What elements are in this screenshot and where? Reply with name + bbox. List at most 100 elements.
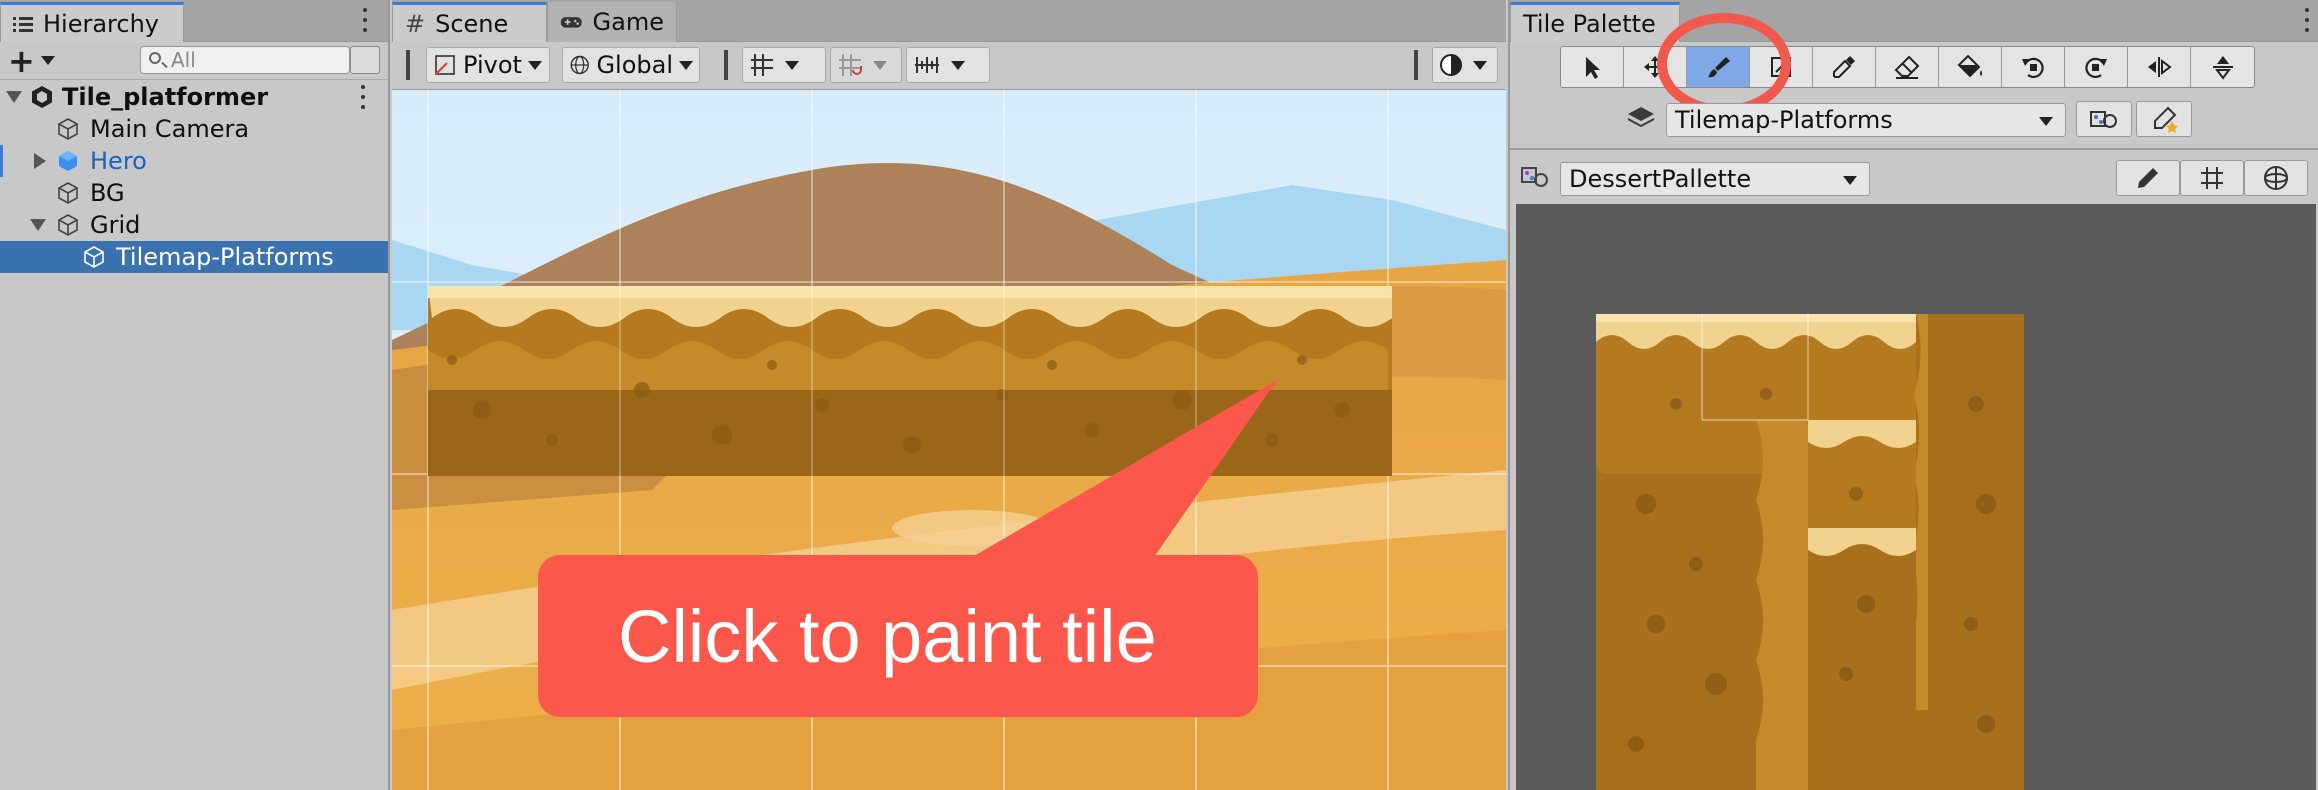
cursor-arrow-icon [1586,57,1600,79]
tree-item-main-camera[interactable]: Main Camera [0,113,388,145]
search-placeholder: All [171,48,196,72]
grid-visibility-dropdown[interactable] [742,47,826,83]
pencil-icon [2138,168,2158,188]
hierarchy-menu-icon[interactable] [362,8,368,32]
picker-tool-button[interactable] [1813,47,1876,87]
tutorial-callout: Click to paint tile [538,555,1258,717]
rotate-counterclockwise-icon [2022,57,2044,78]
tree-item-scene[interactable]: Tile_platformer [0,81,388,113]
snap-settings-dropdown[interactable] [830,47,902,83]
rotate-cw-tool-button[interactable] [2065,47,2128,87]
global-dropdown[interactable]: Global [562,47,700,83]
pivot-dropdown[interactable]: Pivot [426,47,550,83]
tree-item-grid[interactable]: Grid [0,209,388,241]
tree-item-label: Tilemap-Platforms [116,243,334,271]
active-tilemap-dropdown[interactable]: Tilemap-Platforms [1666,103,2066,137]
search-icon [149,52,161,64]
tab-scene[interactable]: # Scene [392,2,547,42]
layers-icon [1627,107,1655,128]
tree-item-tilemap-platforms[interactable]: Tilemap-Platforms [0,241,388,273]
palette-menu-icon[interactable] [2304,8,2310,32]
chevron-down-icon [1843,176,1857,185]
collapse-arrow-icon[interactable] [34,153,46,169]
eraser-tool-button[interactable] [1876,47,1939,87]
gameobject-cube-icon [58,182,78,204]
tab-hierarchy[interactable]: Hierarchy [0,2,184,42]
hierarchy-search-input[interactable]: All [140,46,350,74]
gameobject-cube-icon [84,246,104,268]
tree-item-hero[interactable]: Hero [0,145,388,177]
tab-scene-label: Scene [435,9,509,38]
palette-dropdown[interactable]: DessertPallette [1560,162,1870,196]
gizmo-sphere-icon [2264,166,2288,190]
shading-mode-icon [1440,54,1462,76]
select-tool-button[interactable] [1561,47,1624,87]
scene-viewport[interactable]: Click to paint tile [392,90,1506,790]
chevron-down-icon [2039,117,2053,126]
search-options-button[interactable] [350,46,380,74]
toggle-grid-button[interactable] [2180,160,2244,196]
hierarchy-tabbar: Hierarchy [0,0,388,42]
palette-grid-icon [2090,111,2117,128]
fill-tool-button[interactable] [1939,47,2002,87]
tilemap-focus-button[interactable] [2076,101,2132,137]
rotate-ccw-tool-button[interactable] [2002,47,2065,87]
palette-tile-grid[interactable] [1516,204,2316,790]
tab-game-label: Game [592,8,664,36]
paint-bucket-icon [1957,54,1982,78]
grid-magnet-icon [839,54,862,76]
gamepad-icon [560,17,582,28]
pivot-label: Pivot [463,51,522,79]
draw-mode-dropdown[interactable] [1432,47,1498,83]
grid-icon [2201,167,2223,189]
flip-vertical-icon [2212,56,2233,80]
pivot-icon [435,55,455,75]
chevron-down-icon [1473,60,1487,70]
prefab-cube-icon [59,151,77,171]
chevron-down-icon [679,60,693,70]
add-object-button[interactable]: + [8,45,35,77]
rotate-clockwise-icon [2085,57,2107,78]
increment-snap-dropdown[interactable] [906,47,990,83]
brush-pick-button[interactable] [2136,101,2192,137]
add-dropdown-icon[interactable] [40,56,55,65]
tab-game[interactable]: Game [547,2,677,42]
grid-snap-icon [751,54,773,76]
expand-arrow-icon[interactable] [30,219,46,231]
hierarchy-panel: Hierarchy + All Tile_platformer Main Cam… [0,0,390,790]
tab-tile-palette-label: Tile Palette [1523,9,1656,38]
chevron-down-icon [785,60,799,70]
chevron-down-icon [873,60,887,70]
gizmos-toggle-button[interactable] [2244,160,2308,196]
edit-palette-button[interactable] [2116,160,2180,196]
palette-tabbar: Tile Palette [1510,0,2318,42]
tree-item-bg[interactable]: BG [0,177,388,209]
flip-horizontal-icon [2148,57,2172,77]
picker-star-icon [2154,106,2178,133]
scene-menu-icon[interactable] [360,85,366,109]
active-tilemap-label: Tilemap-Platforms [1675,106,1893,134]
tree-item-label: Grid [90,211,141,239]
callout-text: Click to paint tile [618,594,1157,678]
expand-arrow-icon[interactable] [6,91,22,103]
flip-x-tool-button[interactable] [2128,47,2191,87]
tree-item-label: Main Camera [90,115,250,143]
global-label: Global [596,51,673,79]
tree-item-label: Hero [90,147,147,175]
gameobject-cube-icon [58,214,78,236]
chevron-down-icon [527,60,542,70]
scene-panel: # Scene Game Pivot Global Click to paint… [392,0,1506,790]
list-icon [13,16,33,32]
globe-icon [570,55,589,75]
gameobject-cube-icon [58,118,78,140]
tile-palette-panel: Tile Palette Tilemap-Platforms DessertPa… [1508,0,2318,790]
ruler-icon [915,57,939,73]
scene-toolbar: Pivot Global [392,42,1506,90]
chevron-down-icon [951,60,965,70]
toolbar-grip [406,50,410,80]
toolbar-separator [1414,50,1418,80]
scene-tabbar: # Scene Game [392,0,1506,42]
hash-icon: # [405,9,426,38]
flip-y-tool-button[interactable] [2191,47,2254,87]
palette-tiles-art [1596,314,2024,790]
